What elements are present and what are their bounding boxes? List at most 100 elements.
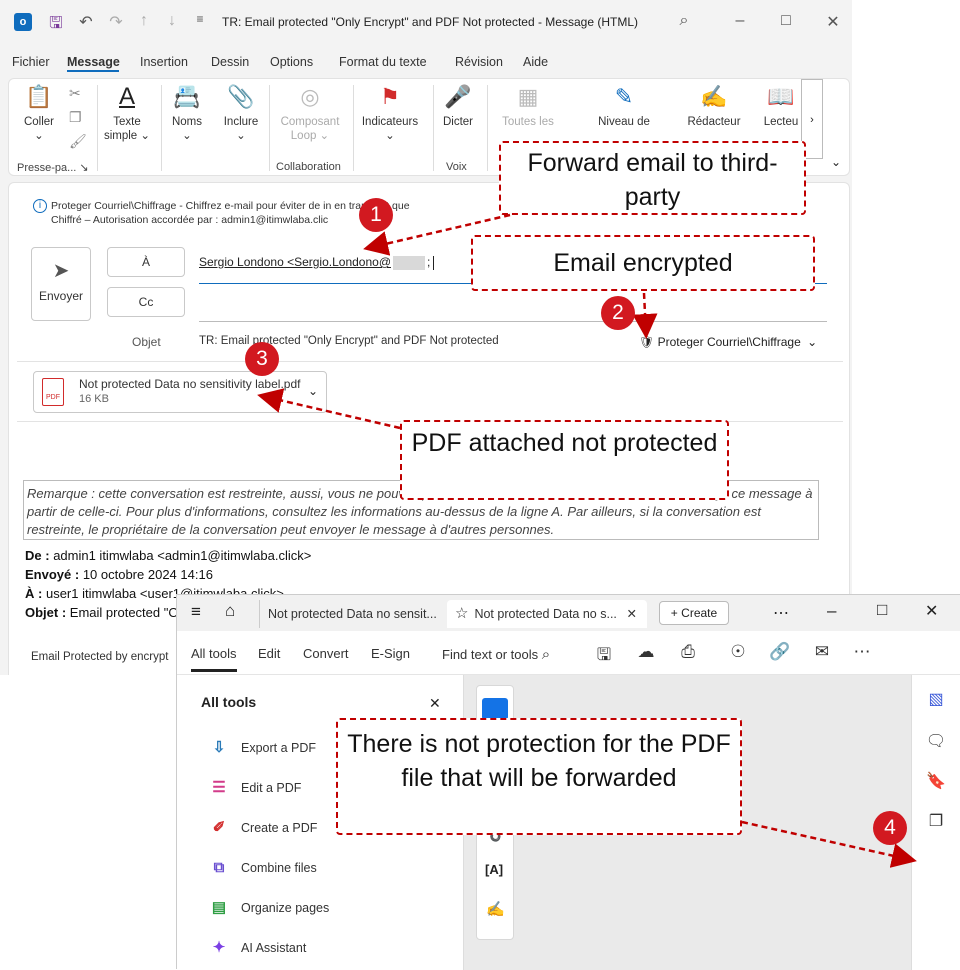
minimize-icon[interactable]: – [730,12,750,30]
save-icon[interactable]: 🖫 [46,12,66,39]
cc-field[interactable] [199,321,827,322]
clipboard-icon: 📋 [25,84,53,109]
subject-field[interactable]: TR: Email protected "Only Encrypt" and P… [199,335,499,347]
reader-button[interactable]: 📖 Lecteu [759,83,803,129]
paste-button[interactable]: 📋 Coller ⌄ [19,83,59,143]
dialog-launcher-icon[interactable]: ↘ [79,162,88,174]
email-icon[interactable]: ✉ [811,642,833,662]
names-button[interactable]: 📇 Noms ⌄ [167,83,207,143]
attachment-size: 16 KB [79,393,109,405]
attachment-card[interactable]: PDF Not protected Data no sensitivity la… [33,371,327,413]
search-icon[interactable]: ⌕ [674,12,694,30]
customize-qat-icon[interactable]: ≡ [190,12,210,26]
edit-pdf-icon: ☰ [212,779,226,796]
callout-no-protection: There is not protection for the PDF file… [336,718,742,835]
save-icon[interactable]: 🖫 [593,642,615,671]
sensitivity-icon: ✎ [614,84,634,109]
tab-close-icon[interactable]: ✕ [627,600,637,628]
sent-line: Envoyé : 10 octobre 2024 14:16 [25,567,213,582]
star-icon[interactable]: ☆ [455,605,468,622]
ribbon-collapse-icon[interactable]: ⌄ [831,155,841,169]
comment-icon[interactable]: 🗨 [924,731,948,751]
include-button[interactable]: 📎 Inclure ⌄ [219,83,263,143]
search-zoom-icon[interactable]: ☉ [727,642,749,662]
ai-assistant-item[interactable]: ✦ AI Assistant [207,935,307,961]
undo-icon[interactable]: ↶ [76,12,96,32]
active-tab-underline [67,70,119,72]
esign-tab[interactable]: E-Sign [371,646,410,661]
flags-button[interactable]: ⚑ Indicateurs ⌄ [359,83,421,143]
all-apps-button[interactable]: ▦ Toutes les [495,83,561,129]
text-style-button[interactable]: A Texte simple ⌄ [101,83,153,143]
to-field[interactable]: Sergio Londono <Sergio.Londono@; [199,255,435,270]
info-icon: i [33,199,47,213]
print-icon[interactable]: ⎙ [677,642,699,662]
menu-message[interactable]: Message [67,55,120,69]
menu-aide[interactable]: Aide [523,55,548,69]
cc-button[interactable]: Cc [107,287,185,317]
export-pdf-item[interactable]: ⇩ Export a PDF [207,735,316,761]
hamburger-icon[interactable]: ≡ [191,602,201,622]
ac-close-icon[interactable]: ✕ [925,601,938,621]
cut-icon[interactable]: ✂ [69,85,81,102]
format-painter-icon[interactable]: 🖌 [69,133,87,150]
dictate-button[interactable]: 🎤 Dicter [437,83,479,129]
ac-maximize-icon[interactable]: □ [877,600,887,620]
attachment-menu-icon[interactable]: ⌄ [308,384,318,398]
sensitivity-dropdown[interactable]: 🛡 Proteger Courriel\Chiffrage ⌄ [639,335,817,349]
panel-close-icon[interactable]: ✕ [429,695,441,712]
edit-pdf-item[interactable]: ☰ Edit a PDF [207,775,301,801]
up-icon[interactable]: ↑ [134,12,154,30]
callout-encrypted: Email encrypted [471,235,815,291]
redo-icon[interactable]: ↷ [106,12,126,32]
create-pdf-item[interactable]: ✐ Create a PDF [207,815,318,841]
window-title: TR: Email protected "Only Encrypt" and P… [222,15,638,29]
home-icon[interactable]: ⌂ [225,601,235,621]
menu-options[interactable]: Options [270,55,313,69]
organize-pages-icon: ▤ [211,899,227,916]
outlook-window: o 🖫 ↶ ↷ ↑ ↓ ≡ TR: Email protected "Only … [0,0,852,675]
pages-copy-icon[interactable]: ❐ [924,811,948,831]
organize-pages-item[interactable]: ▤ Organize pages [207,895,329,921]
combine-files-icon: ⧉ [213,859,225,876]
create-button[interactable]: + Create [659,601,729,625]
select-tool-icon[interactable] [482,698,508,720]
recipient-chip[interactable]: Sergio Londono <Sergio.Londono@ [199,255,391,269]
maximize-icon[interactable]: □ [776,12,796,30]
menu-format[interactable]: Format du texte [339,55,427,69]
loop-component-button[interactable]: ◎ Composant Loop ⌄ [275,83,345,143]
paperclip-icon: 📎 [227,84,255,109]
create-pdf-icon: ✐ [212,819,226,836]
combine-files-item[interactable]: ⧉ Combine files [207,855,317,881]
upload-cloud-icon[interactable]: ☁ [635,642,657,662]
comments-panel-icon[interactable]: ▧ [924,689,948,709]
text-box-icon[interactable]: [A] [485,862,503,877]
title-bar: o 🖫 ↶ ↷ ↑ ↓ ≡ TR: Email protected "Only … [0,0,852,46]
find-text-tools[interactable]: Find text or tools ⌕ [442,646,550,663]
tab-document-2[interactable]: ☆ Not protected Data no s... ✕ [447,600,647,628]
tab-document-1[interactable]: Not protected Data no sensit... [259,600,439,628]
menu-fichier[interactable]: Fichier [12,55,50,69]
signature-icon[interactable]: ✍ [486,900,505,918]
panel-title: All tools [201,694,257,710]
editor-button[interactable]: ✍ Rédacteur [679,83,749,129]
send-button[interactable]: ➤ Envoyer [31,247,91,321]
menu-dessin[interactable]: Dessin [211,55,249,69]
badge-4: 4 [873,811,907,845]
all-tools-tab[interactable]: All tools [191,646,237,661]
badge-1: 1 [359,198,393,232]
link-icon[interactable]: 🔗 [769,642,791,662]
more-icon[interactable]: ⋯ [773,603,789,623]
down-icon[interactable]: ↓ [162,12,182,30]
sensitivity-level-button[interactable]: ✎ Niveau de [583,83,665,129]
more-tools-icon[interactable]: ⋯ [851,642,873,662]
bookmark-icon[interactable]: 🔖 [924,771,948,791]
menu-revision[interactable]: Révision [455,55,503,69]
menu-insertion[interactable]: Insertion [140,55,188,69]
ac-minimize-icon[interactable]: – [827,601,836,621]
copy-icon[interactable]: ❐ [69,109,82,126]
convert-tab[interactable]: Convert [303,646,349,661]
to-button[interactable]: À [107,247,185,277]
close-icon[interactable]: ✕ [823,12,843,32]
edit-tab[interactable]: Edit [258,646,280,661]
